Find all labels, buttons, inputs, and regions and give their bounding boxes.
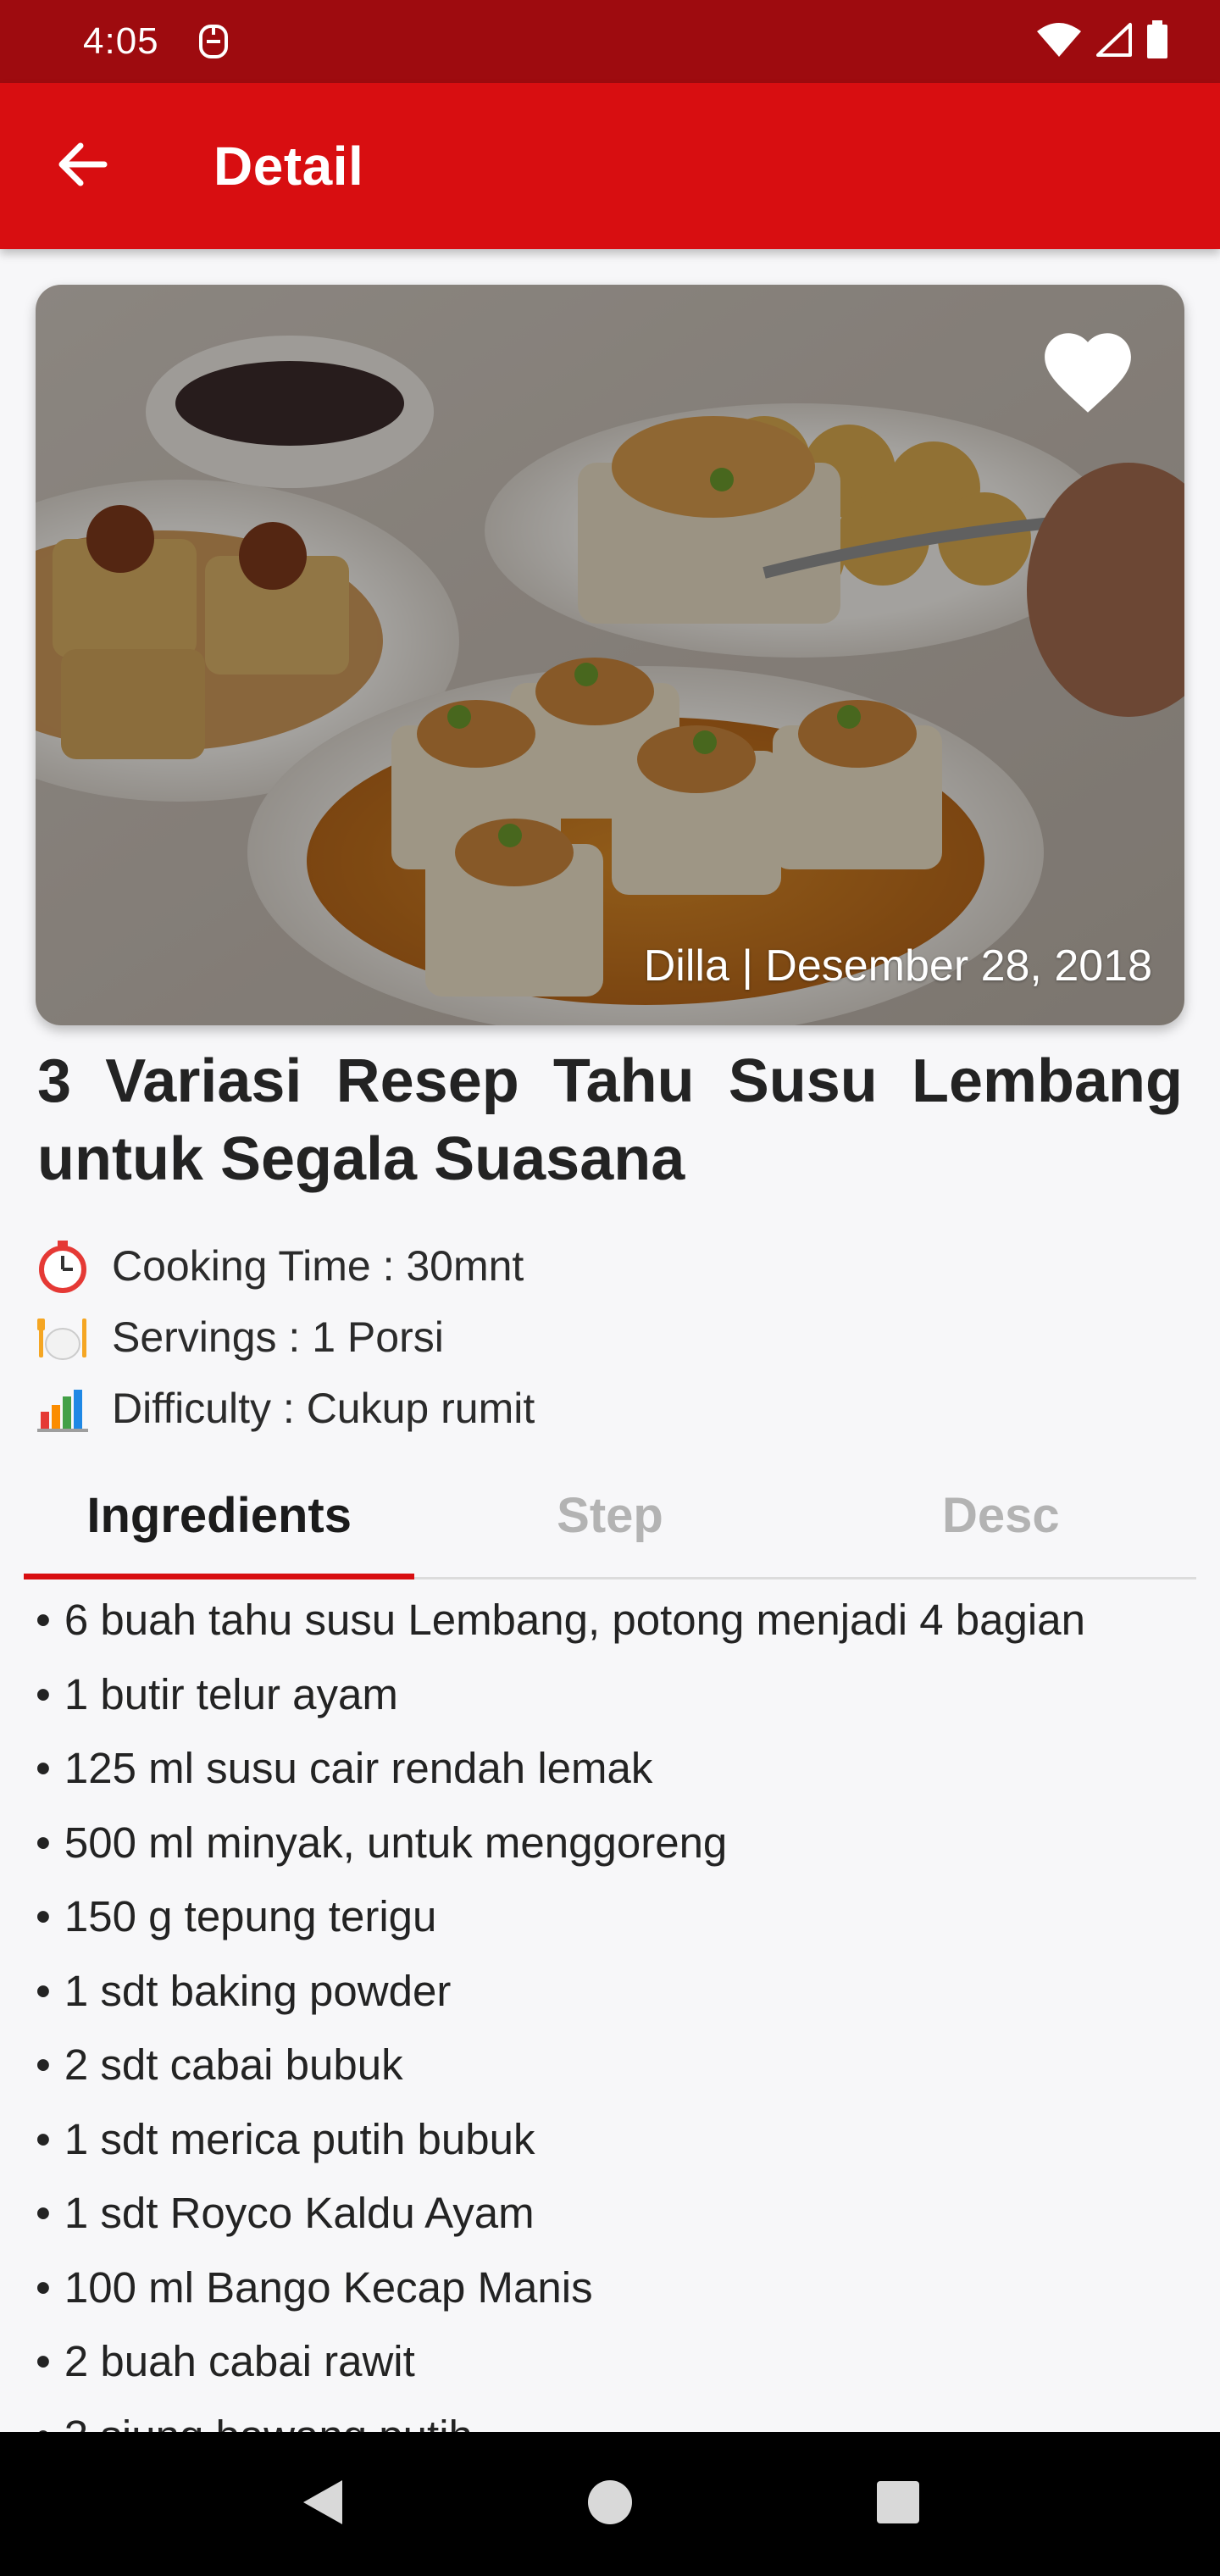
list-item: • 150 g tepung terigu xyxy=(36,1879,1205,1954)
notification-icon xyxy=(197,23,230,60)
bullet: • xyxy=(36,2262,51,2312)
app-bar: Detail xyxy=(0,83,1220,249)
list-item: • 2 sdt cabai bubuk xyxy=(36,2028,1205,2102)
stopwatch-icon xyxy=(36,1239,90,1293)
home-circle-icon xyxy=(586,2479,634,2530)
tab-step[interactable]: Step xyxy=(414,1454,805,1577)
system-nav-bar xyxy=(0,2432,1220,2576)
list-item: • 1 sdt Royco Kaldu Ayam xyxy=(36,2176,1205,2251)
tab-desc[interactable]: Desc xyxy=(806,1454,1196,1577)
list-item: • 100 ml Bango Kecap Manis xyxy=(36,2251,1205,2325)
ingredient-text: 125 ml susu cair rendah lemak xyxy=(64,1744,653,1793)
bullet: • xyxy=(36,2189,51,2238)
ingredient-text: 500 ml minyak, untuk menggoreng xyxy=(64,1818,728,1867)
bullet: • xyxy=(36,2411,51,2432)
list-item: • 1 sdt merica putih bubuk xyxy=(36,2102,1205,2177)
list-item: • 2 buah cabai rawit xyxy=(36,2324,1205,2399)
list-item: • 125 ml susu cair rendah lemak xyxy=(36,1731,1205,1806)
list-item: • 3 siung bawang putih xyxy=(36,2399,1205,2432)
list-item: • 1 sdt baking powder xyxy=(36,1954,1205,2029)
recipe-title: 3 Variasi Resep Tahu Susu Lembang untuk … xyxy=(37,1047,1183,1193)
servings-text: Servings : 1 Porsi xyxy=(112,1313,444,1361)
list-item: • 6 buah tahu susu Lembang, potong menjad… xyxy=(36,1583,1205,1657)
ingredient-text: 1 sdt merica putih bubuk xyxy=(64,2114,535,2163)
arrow-back-icon xyxy=(57,142,108,191)
bullet: • xyxy=(36,1966,51,2015)
detail-tabs: Ingredients Step Desc xyxy=(24,1454,1196,1579)
difficulty-row: Difficulty : Cukup rumit xyxy=(36,1374,535,1442)
servings-row: Servings : 1 Porsi xyxy=(36,1303,444,1371)
difficulty-text: Difficulty : Cukup rumit xyxy=(112,1385,535,1432)
bullet: • xyxy=(36,1596,51,1645)
favorite-button[interactable] xyxy=(1035,320,1151,425)
bullet: • xyxy=(36,2337,51,2386)
bullet: • xyxy=(36,1669,51,1718)
list-item: • 500 ml minyak, untuk menggoreng xyxy=(36,1806,1205,1880)
tab-ingredients[interactable]: Ingredients xyxy=(24,1454,415,1579)
bullet: • xyxy=(36,1744,51,1793)
ingredient-text: 100 ml Bango Kecap Manis xyxy=(64,2262,593,2312)
bar-chart-icon xyxy=(36,1381,90,1435)
back-button[interactable] xyxy=(31,115,133,217)
status-bar: 4:05 xyxy=(0,0,1220,83)
nav-back-button[interactable] xyxy=(271,2453,373,2555)
ingredient-text: 6 buah tahu susu Lembang, potong menjadi… xyxy=(64,1596,1085,1645)
back-triangle-icon xyxy=(298,2477,346,2532)
ingredient-text: 150 g tepung terigu xyxy=(64,1892,437,1941)
cooking-time-row: Cooking Time : 30mnt xyxy=(36,1232,524,1300)
bullet: • xyxy=(36,2114,51,2163)
bullet: • xyxy=(36,2040,51,2090)
wifi-icon xyxy=(1035,21,1083,63)
battery-icon xyxy=(1145,19,1169,64)
ingredient-text: 2 buah cabai rawit xyxy=(64,2337,415,2386)
signal-icon xyxy=(1095,21,1134,63)
status-time: 4:05 xyxy=(83,20,159,62)
nav-recents-button[interactable] xyxy=(847,2453,949,2555)
ingredient-text: 1 sdt Royco Kaldu Ayam xyxy=(64,2189,535,2238)
ingredient-text: 2 sdt cabai bubuk xyxy=(64,2040,403,2090)
ingredient-text: 1 sdt baking powder xyxy=(64,1966,452,2015)
recipe-hero-image[interactable]: Dilla | Desember 28, 2018 xyxy=(36,285,1184,1025)
heart-icon xyxy=(1035,333,1140,419)
image-dim-overlay xyxy=(36,285,1184,1025)
author-date-caption: Dilla | Desember 28, 2018 xyxy=(643,941,1152,991)
bullet: • xyxy=(36,1892,51,1941)
ingredients-list[interactable]: • 6 buah tahu susu Lembang, potong menjad… xyxy=(36,1583,1205,2432)
plate-cutlery-icon xyxy=(36,1310,90,1364)
list-item: • 1 butir telur ayam xyxy=(36,1657,1205,1732)
cooking-time-text: Cooking Time : 30mnt xyxy=(112,1242,524,1290)
ingredient-text: 3 siung bawang putih xyxy=(64,2411,473,2432)
recents-square-icon xyxy=(875,2479,921,2529)
status-icons xyxy=(1035,19,1169,64)
page-title: Detail xyxy=(214,136,364,197)
nav-home-button[interactable] xyxy=(559,2453,661,2555)
ingredient-text: 1 butir telur ayam xyxy=(64,1669,398,1718)
bullet: • xyxy=(36,1818,51,1867)
